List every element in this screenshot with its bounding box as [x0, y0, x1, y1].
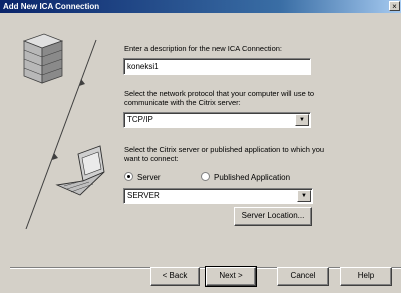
radio-published-label: Published Application [214, 173, 291, 182]
radio-server-label: Server [137, 173, 161, 182]
next-button[interactable]: Next > [205, 266, 257, 287]
window-title: Add New ICA Connection [3, 2, 100, 11]
wizard-illustration [10, 32, 113, 230]
protocol-selected-value: TCP/IP [127, 115, 153, 124]
title-bar: Add New ICA Connection × [0, 0, 401, 13]
back-button[interactable]: < Back [150, 267, 200, 286]
dialog-body: Enter a description for the new ICA Conn… [0, 13, 401, 293]
protocol-label-line2: communicate with the Citrix server: [124, 98, 241, 107]
server-stack-icon [22, 33, 64, 84]
close-button[interactable]: × [389, 1, 400, 11]
radio-published-application[interactable]: Published Application [201, 172, 290, 183]
description-label: Enter a description for the new ICA Conn… [124, 44, 283, 53]
server-selected-value: SERVER [127, 191, 160, 200]
server-location-button[interactable]: Server Location... [234, 207, 312, 226]
radio-unchecked-icon [201, 172, 210, 181]
dropdown-arrow-icon[interactable]: ▼ [295, 114, 309, 126]
description-input[interactable]: koneksi1 [123, 58, 311, 75]
help-button[interactable]: Help [340, 267, 392, 286]
radio-server[interactable]: Server [124, 172, 161, 183]
protocol-select[interactable]: TCP/IP ▼ [123, 112, 311, 128]
cancel-button[interactable]: Cancel [277, 267, 329, 286]
server-select[interactable]: SERVER ▼ [123, 188, 313, 204]
target-label-line2: want to connect: [124, 154, 179, 163]
radio-checked-icon [124, 172, 133, 181]
dropdown-arrow-icon[interactable]: ▼ [297, 190, 311, 202]
wizard-art-icon [10, 32, 113, 230]
